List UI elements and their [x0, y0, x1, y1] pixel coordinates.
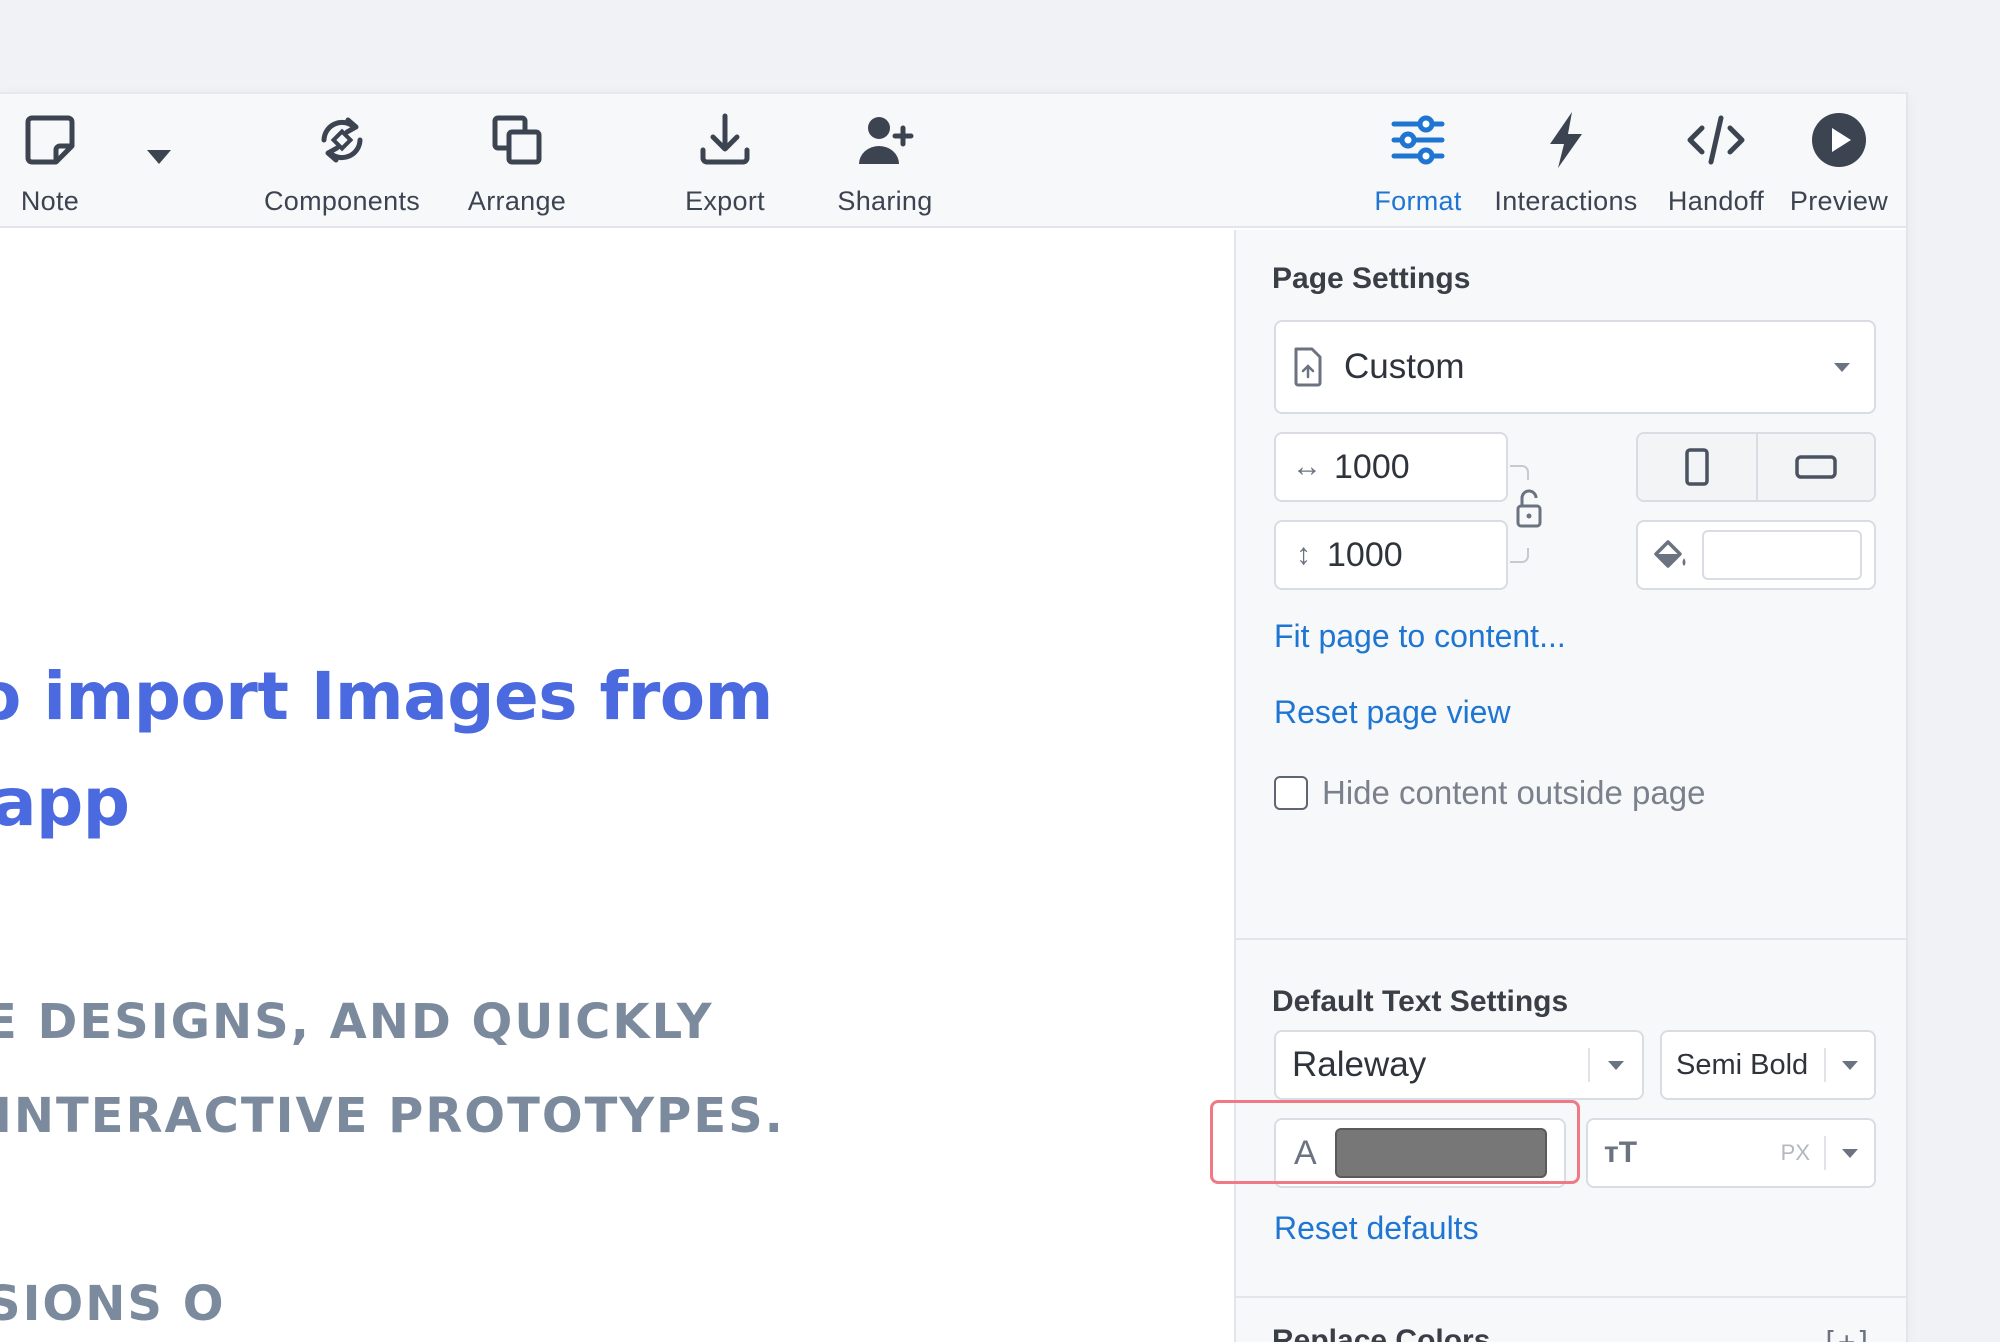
canvas-headline-line-1: o import Images from: [0, 658, 773, 735]
preview-tool[interactable]: Preview: [1786, 108, 1892, 220]
canvas-headline-line-2: app: [0, 764, 130, 841]
font-weight-value: Semi Bold: [1676, 1048, 1809, 1081]
sharing-tool[interactable]: Sharing: [830, 108, 940, 220]
handoff-tool[interactable]: Handoff: [1662, 108, 1770, 220]
orientation-toggle: [1636, 432, 1876, 502]
note-label: Note: [20, 186, 80, 216]
font-size-icon: ᴛT: [1604, 1136, 1638, 1169]
reset-defaults-link[interactable]: Reset defaults: [1274, 1210, 1479, 1247]
arrange-tool[interactable]: Arrange: [460, 108, 574, 220]
select-separator: [1824, 1136, 1826, 1170]
portrait-button[interactable]: [1638, 434, 1758, 500]
preview-icon: [1807, 108, 1871, 172]
hide-content-label: Hide content outside page: [1322, 774, 1706, 811]
font-weight-select[interactable]: Semi Bold: [1660, 1030, 1876, 1100]
canvas-subline-3: SIONS O: [0, 1276, 226, 1332]
select-separator: [1824, 1048, 1826, 1082]
chevron-down-icon: [1842, 1148, 1858, 1158]
preview-label: Preview: [1789, 186, 1889, 216]
format-icon: [1386, 108, 1450, 172]
page-fill-swatch[interactable]: [1702, 530, 1862, 580]
arrange-icon: [485, 108, 549, 172]
interactions-tool[interactable]: Interactions: [1488, 108, 1644, 220]
interactions-label: Interactions: [1494, 186, 1638, 216]
components-tool[interactable]: Components: [254, 108, 430, 220]
highlight-box: [1210, 1100, 1580, 1184]
section-divider: [1236, 938, 1908, 940]
page-width-field[interactable]: ↔ 1000: [1274, 432, 1508, 502]
reset-page-view-link[interactable]: Reset page view: [1274, 694, 1511, 731]
canvas-subline-2: INTERACTIVE PROTOTYPES.: [0, 1088, 785, 1144]
sharing-label: Sharing: [837, 186, 933, 216]
replace-colors-header[interactable]: Replace Colors [+]: [1272, 1324, 1872, 1342]
select-separator: [1588, 1048, 1590, 1082]
canvas-subline-1: E DESIGNS, AND QUICKLY: [0, 994, 714, 1050]
design-canvas[interactable]: o import Images from app E DESIGNS, AND …: [0, 230, 1234, 1342]
section-divider: [1236, 1296, 1908, 1298]
page-fill-color-field[interactable]: [1636, 520, 1876, 590]
aspect-lock-icon[interactable]: [1508, 452, 1552, 578]
export-tool[interactable]: Export: [675, 108, 775, 220]
export-label: Export: [685, 186, 765, 216]
paint-bucket-icon: [1652, 538, 1690, 572]
note-tool[interactable]: Note: [10, 108, 90, 220]
fit-page-to-content-link[interactable]: Fit page to content...: [1274, 618, 1566, 655]
sharing-icon: [853, 108, 917, 172]
default-text-settings-title: Default Text Settings: [1272, 985, 1569, 1018]
page-settings-title: Page Settings: [1272, 262, 1471, 295]
chevron-down-icon: [1834, 362, 1850, 372]
landscape-icon: [1795, 455, 1837, 479]
expand-replace-colors-button[interactable]: [+]: [1821, 1325, 1872, 1342]
font-size-unit: PX: [1780, 1140, 1810, 1165]
page-width-value: 1000: [1334, 447, 1410, 486]
width-arrows-icon: ↔: [1292, 450, 1322, 483]
format-tool[interactable]: Format: [1370, 108, 1466, 220]
app-window: Note Components Arrange Export Sharing F…: [0, 92, 1908, 1342]
hide-content-checkbox[interactable]: [1274, 776, 1308, 810]
replace-colors-title: Replace Colors: [1272, 1324, 1491, 1342]
arrange-label: Arrange: [467, 186, 567, 216]
components-label: Components: [263, 186, 421, 216]
portrait-icon: [1685, 448, 1709, 486]
format-label: Format: [1374, 186, 1462, 216]
hide-content-option[interactable]: Hide content outside page: [1274, 774, 1705, 812]
font-family-select[interactable]: Raleway: [1274, 1030, 1644, 1100]
export-icon: [693, 108, 757, 172]
note-icon: [18, 108, 82, 172]
height-arrows-icon: ↕: [1296, 538, 1311, 571]
components-icon: [310, 108, 374, 172]
font-family-value: Raleway: [1292, 1045, 1427, 1084]
interactions-icon: [1534, 108, 1598, 172]
note-dropdown-caret-icon[interactable]: [147, 150, 171, 164]
handoff-label: Handoff: [1667, 186, 1765, 216]
document-icon: [1292, 347, 1324, 387]
page-height-field[interactable]: ↕ 1000: [1274, 520, 1508, 590]
page-preset-value: Custom: [1344, 347, 1465, 386]
landscape-button[interactable]: [1758, 434, 1874, 500]
handoff-icon: [1684, 108, 1748, 172]
font-size-field[interactable]: ᴛT PX: [1586, 1118, 1876, 1188]
chevron-down-icon: [1608, 1060, 1624, 1070]
page-preset-select[interactable]: Custom: [1274, 320, 1876, 414]
page-height-value: 1000: [1327, 535, 1403, 574]
toolbar: Note Components Arrange Export Sharing F…: [0, 94, 1906, 228]
chevron-down-icon: [1842, 1060, 1858, 1070]
